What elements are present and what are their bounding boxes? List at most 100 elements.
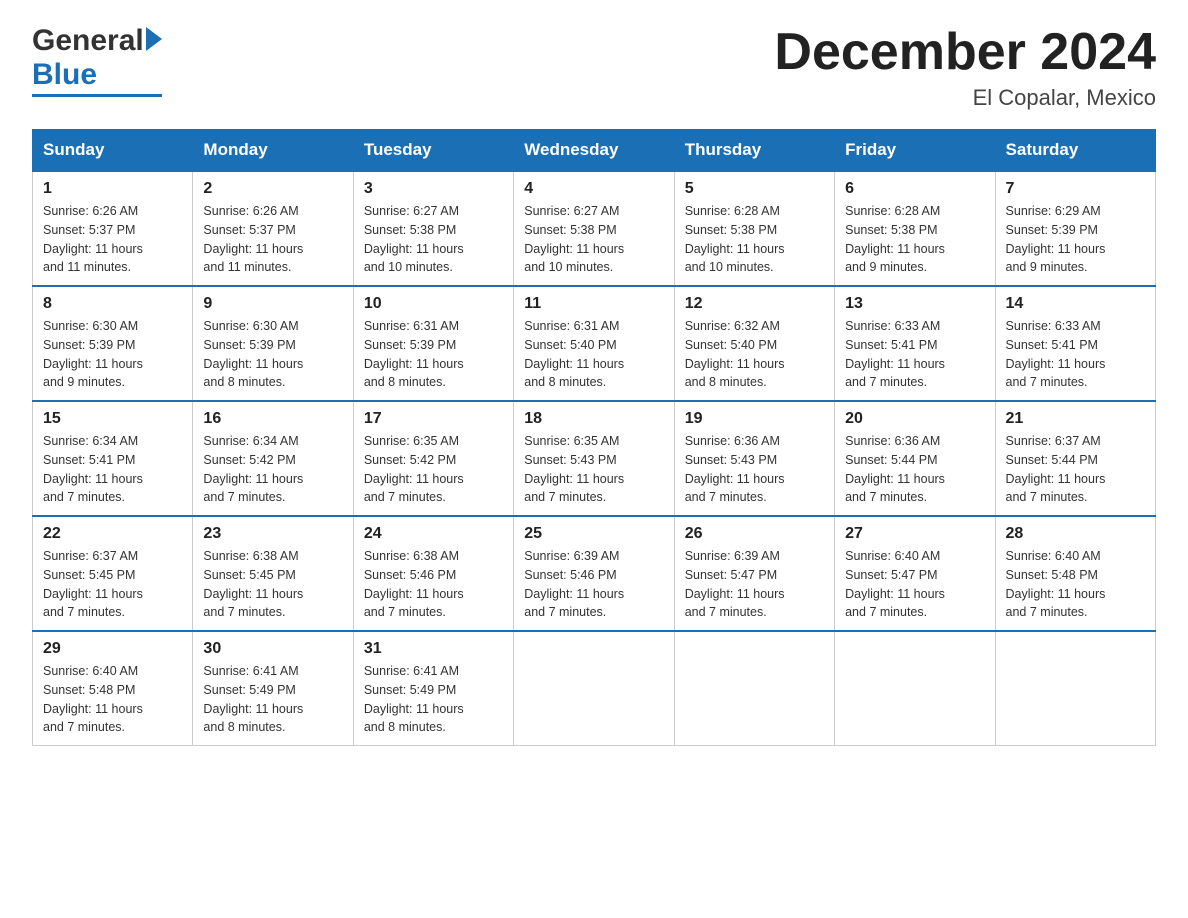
day-info: Sunrise: 6:34 AMSunset: 5:42 PMDaylight:… <box>203 432 342 507</box>
month-title: December 2024 <box>774 24 1156 81</box>
day-cell-3: 3Sunrise: 6:27 AMSunset: 5:38 PMDaylight… <box>353 171 513 286</box>
day-cell-22: 22 Sunrise: 6:37 AMSunset: 5:45 PMDayligh… <box>33 516 193 631</box>
day-info: Sunrise: 6:39 AMSunset: 5:47 PMDaylight:… <box>685 547 824 622</box>
day-cell-4: 4 Sunrise: 6:27 AMSunset: 5:38 PMDaylight… <box>514 171 674 286</box>
col-header-friday: Friday <box>835 130 995 172</box>
day-cell-5: 5 Sunrise: 6:28 AMSunset: 5:38 PMDaylight… <box>674 171 834 286</box>
logo-general-text: General <box>32 24 144 58</box>
day-cell-21: 21Sunrise: 6:37 AMSunset: 5:44 PMDayligh… <box>995 401 1155 516</box>
day-number: 28 <box>1006 525 1145 543</box>
day-cell-30: 30 Sunrise: 6:41 AMSunset: 5:49 PMDayligh… <box>193 631 353 746</box>
col-header-monday: Monday <box>193 130 353 172</box>
day-number: 27 <box>845 525 984 543</box>
day-info: Sunrise: 6:40 AMSunset: 5:48 PMDaylight:… <box>43 662 182 737</box>
week-row-3: 15 Sunrise: 6:34 AMSunset: 5:41 PMDayligh… <box>33 401 1156 516</box>
day-number: 7 <box>1006 180 1145 198</box>
day-number: 25 <box>524 525 663 543</box>
day-number: 11 <box>524 295 663 313</box>
day-info: Sunrise: 6:37 AMSunset: 5:45 PMDaylight:… <box>43 547 182 622</box>
day-number: 30 <box>203 640 342 658</box>
page-header: General Blue December 2024 El Copalar, M… <box>32 24 1156 111</box>
location: El Copalar, Mexico <box>774 85 1156 111</box>
day-info: Sunrise: 6:31 AMSunset: 5:40 PMDaylight:… <box>524 317 663 392</box>
calendar-header-row: SundayMondayTuesdayWednesdayThursdayFrid… <box>33 130 1156 172</box>
day-info: Sunrise: 6:30 AMSunset: 5:39 PMDaylight:… <box>43 317 182 392</box>
col-header-saturday: Saturday <box>995 130 1155 172</box>
day-cell-15: 15 Sunrise: 6:34 AMSunset: 5:41 PMDayligh… <box>33 401 193 516</box>
day-cell-14: 14Sunrise: 6:33 AMSunset: 5:41 PMDayligh… <box>995 286 1155 401</box>
day-info: Sunrise: 6:35 AMSunset: 5:42 PMDaylight:… <box>364 432 503 507</box>
day-info: Sunrise: 6:26 AMSunset: 5:37 PMDaylight:… <box>43 202 182 277</box>
day-info: Sunrise: 6:33 AMSunset: 5:41 PMDaylight:… <box>845 317 984 392</box>
day-info: Sunrise: 6:26 AMSunset: 5:37 PMDaylight:… <box>203 202 342 277</box>
day-cell-19: 19Sunrise: 6:36 AMSunset: 5:43 PMDayligh… <box>674 401 834 516</box>
day-info: Sunrise: 6:35 AMSunset: 5:43 PMDaylight:… <box>524 432 663 507</box>
title-area: December 2024 El Copalar, Mexico <box>774 24 1156 111</box>
logo-underline <box>32 94 162 97</box>
day-info: Sunrise: 6:29 AMSunset: 5:39 PMDaylight:… <box>1006 202 1145 277</box>
day-info: Sunrise: 6:41 AMSunset: 5:49 PMDaylight:… <box>364 662 503 737</box>
day-cell-11: 11 Sunrise: 6:31 AMSunset: 5:40 PMDayligh… <box>514 286 674 401</box>
day-number: 26 <box>685 525 824 543</box>
day-number: 5 <box>685 180 824 198</box>
logo-blue-text: Blue <box>32 58 97 91</box>
day-number: 12 <box>685 295 824 313</box>
day-number: 23 <box>203 525 342 543</box>
empty-cell <box>835 631 995 746</box>
empty-cell <box>674 631 834 746</box>
day-info: Sunrise: 6:38 AMSunset: 5:45 PMDaylight:… <box>203 547 342 622</box>
day-cell-23: 23 Sunrise: 6:38 AMSunset: 5:45 PMDayligh… <box>193 516 353 631</box>
week-row-1: 1 Sunrise: 6:26 AMSunset: 5:37 PMDaylight… <box>33 171 1156 286</box>
week-row-4: 22 Sunrise: 6:37 AMSunset: 5:45 PMDayligh… <box>33 516 1156 631</box>
day-info: Sunrise: 6:41 AMSunset: 5:49 PMDaylight:… <box>203 662 342 737</box>
day-info: Sunrise: 6:38 AMSunset: 5:46 PMDaylight:… <box>364 547 503 622</box>
day-cell-27: 27 Sunrise: 6:40 AMSunset: 5:47 PMDayligh… <box>835 516 995 631</box>
day-number: 19 <box>685 410 824 428</box>
col-header-wednesday: Wednesday <box>514 130 674 172</box>
day-number: 22 <box>43 525 182 543</box>
col-header-thursday: Thursday <box>674 130 834 172</box>
day-number: 24 <box>364 525 503 543</box>
day-info: Sunrise: 6:27 AMSunset: 5:38 PMDaylight:… <box>524 202 663 277</box>
day-cell-29: 29Sunrise: 6:40 AMSunset: 5:48 PMDayligh… <box>33 631 193 746</box>
day-cell-10: 10 Sunrise: 6:31 AMSunset: 5:39 PMDayligh… <box>353 286 513 401</box>
day-info: Sunrise: 6:28 AMSunset: 5:38 PMDaylight:… <box>845 202 984 277</box>
day-number: 17 <box>364 410 503 428</box>
day-cell-9: 9Sunrise: 6:30 AMSunset: 5:39 PMDaylight… <box>193 286 353 401</box>
day-number: 21 <box>1006 410 1145 428</box>
day-cell-2: 2Sunrise: 6:26 AMSunset: 5:37 PMDaylight… <box>193 171 353 286</box>
day-number: 1 <box>43 180 182 198</box>
day-number: 13 <box>845 295 984 313</box>
day-cell-16: 16 Sunrise: 6:34 AMSunset: 5:42 PMDayligh… <box>193 401 353 516</box>
day-number: 16 <box>203 410 342 428</box>
day-info: Sunrise: 6:36 AMSunset: 5:44 PMDaylight:… <box>845 432 984 507</box>
day-info: Sunrise: 6:40 AMSunset: 5:47 PMDaylight:… <box>845 547 984 622</box>
logo: General Blue <box>32 24 162 97</box>
week-row-5: 29Sunrise: 6:40 AMSunset: 5:48 PMDayligh… <box>33 631 1156 746</box>
day-number: 31 <box>364 640 503 658</box>
day-cell-25: 25 Sunrise: 6:39 AMSunset: 5:46 PMDayligh… <box>514 516 674 631</box>
day-cell-7: 7 Sunrise: 6:29 AMSunset: 5:39 PMDaylight… <box>995 171 1155 286</box>
day-cell-26: 26 Sunrise: 6:39 AMSunset: 5:47 PMDayligh… <box>674 516 834 631</box>
day-info: Sunrise: 6:32 AMSunset: 5:40 PMDaylight:… <box>685 317 824 392</box>
day-info: Sunrise: 6:39 AMSunset: 5:46 PMDaylight:… <box>524 547 663 622</box>
day-info: Sunrise: 6:31 AMSunset: 5:39 PMDaylight:… <box>364 317 503 392</box>
day-info: Sunrise: 6:33 AMSunset: 5:41 PMDaylight:… <box>1006 317 1145 392</box>
day-cell-6: 6Sunrise: 6:28 AMSunset: 5:38 PMDaylight… <box>835 171 995 286</box>
empty-cell <box>995 631 1155 746</box>
day-info: Sunrise: 6:34 AMSunset: 5:41 PMDaylight:… <box>43 432 182 507</box>
day-number: 3 <box>364 180 503 198</box>
day-cell-12: 12 Sunrise: 6:32 AMSunset: 5:40 PMDayligh… <box>674 286 834 401</box>
col-header-sunday: Sunday <box>33 130 193 172</box>
day-info: Sunrise: 6:28 AMSunset: 5:38 PMDaylight:… <box>685 202 824 277</box>
day-number: 10 <box>364 295 503 313</box>
day-cell-17: 17 Sunrise: 6:35 AMSunset: 5:42 PMDayligh… <box>353 401 513 516</box>
day-cell-1: 1 Sunrise: 6:26 AMSunset: 5:37 PMDaylight… <box>33 171 193 286</box>
day-number: 4 <box>524 180 663 198</box>
day-number: 15 <box>43 410 182 428</box>
logo-arrow-icon <box>146 27 162 51</box>
day-number: 20 <box>845 410 984 428</box>
calendar-table: SundayMondayTuesdayWednesdayThursdayFrid… <box>32 129 1156 746</box>
day-number: 9 <box>203 295 342 313</box>
day-cell-24: 24 Sunrise: 6:38 AMSunset: 5:46 PMDayligh… <box>353 516 513 631</box>
